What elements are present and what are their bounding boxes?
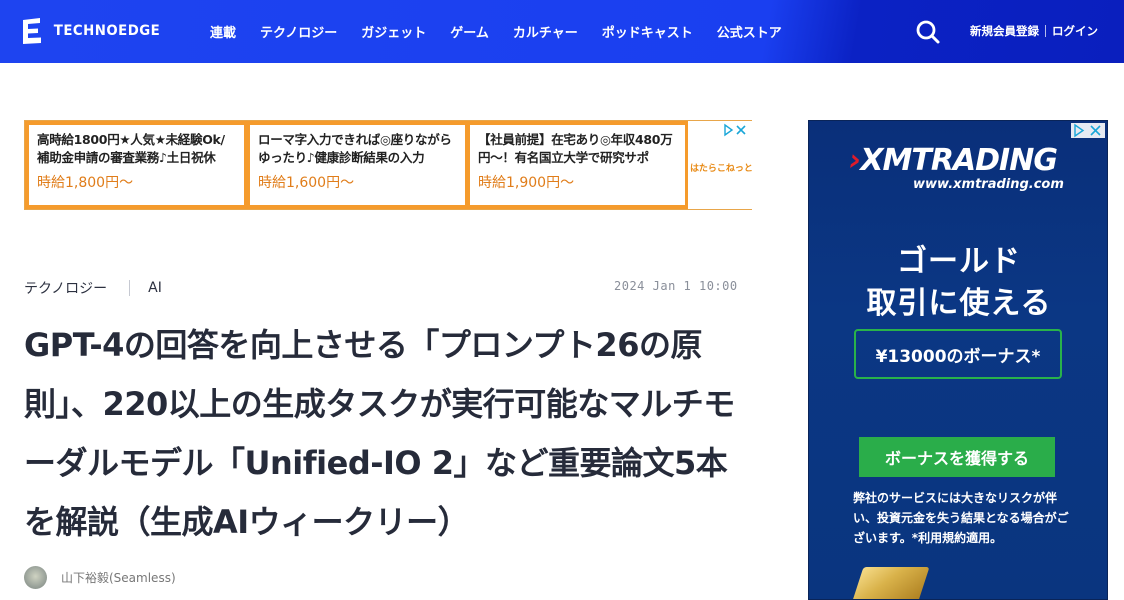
nav-item-game[interactable]: ゲーム bbox=[450, 22, 489, 41]
logo-text: TECHNOEDGE bbox=[53, 23, 161, 39]
site-logo[interactable]: TECHNOEDGE bbox=[20, 16, 163, 46]
ad-card-text: ローマ字入力できれば◎座りながらゆったり♪健康診断結果の入力 bbox=[258, 132, 452, 165]
ad-brand-panel: はたらこねっと bbox=[688, 121, 753, 209]
xm-logo-text: XMTRADING bbox=[860, 143, 1058, 178]
category-divider bbox=[129, 280, 131, 296]
ad-card-text: 高時給1800円★人気★未経験Ok/補助金申請の審査業務♪土日祝休 bbox=[37, 132, 225, 165]
side-ad-headline-line2: 取引に使える bbox=[866, 286, 1052, 321]
search-icon[interactable] bbox=[915, 19, 941, 45]
nav-item-gadget[interactable]: ガジェット bbox=[361, 22, 426, 41]
main-nav: 連載 テクノロジー ガジェット ゲーム カルチャー ポッドキャスト 公式ストア bbox=[210, 0, 806, 63]
ad-brand-text: はたらこねっと bbox=[690, 164, 753, 174]
article-category-row: テクノロジー AI bbox=[24, 278, 162, 298]
nav-item-store[interactable]: 公式ストア bbox=[717, 22, 782, 41]
ad-card-price: 時給1,600円〜 bbox=[258, 175, 355, 191]
bonus-box: ¥13000のボーナス* bbox=[854, 329, 1062, 379]
xm-url: www.xmtrading.com bbox=[913, 177, 1064, 192]
author-row[interactable]: 山下裕毅(Seamless) bbox=[24, 566, 176, 589]
adchoices-icon[interactable] bbox=[1071, 123, 1105, 138]
adchoices-icon[interactable] bbox=[722, 123, 748, 137]
ad-card[interactable]: ローマ字入力できれば◎座りながらゆったり♪健康診断結果の入力 時給1,600円〜 bbox=[250, 125, 465, 205]
ad-card[interactable]: 【社員前提】在宅あり◎年収480万円〜！有名国立大学で研究サポ 時給1,900円… bbox=[470, 125, 685, 205]
article-title: GPT-4の回答を向上させる「プロンプト26の原則」、220以上の生成タスクが実… bbox=[24, 326, 735, 541]
get-bonus-button[interactable]: ボーナスを獲得する bbox=[859, 437, 1055, 477]
login-link[interactable]: ログイン bbox=[1052, 23, 1098, 39]
register-link[interactable]: 新規会員登録 bbox=[970, 23, 1039, 39]
ad-card-price: 時給1,900円〜 bbox=[478, 175, 575, 191]
author-name[interactable]: 山下裕毅(Seamless) bbox=[61, 569, 176, 586]
xm-logo: ›XMTRADING bbox=[849, 143, 1058, 178]
site-header: TECHNOEDGE 連載 テクノロジー ガジェット ゲーム カルチャー ポッド… bbox=[0, 0, 1124, 63]
side-ad-headline: ゴールド 取引に使える bbox=[809, 241, 1107, 325]
logo-mark-icon bbox=[23, 18, 41, 44]
nav-item-rensai[interactable]: 連載 bbox=[210, 22, 236, 41]
auth-divider bbox=[1045, 25, 1046, 37]
nav-item-culture[interactable]: カルチャー bbox=[513, 22, 578, 41]
xm-bolt-icon: › bbox=[849, 143, 861, 178]
side-ad-xmtrading[interactable]: ›XMTRADING www.xmtrading.com ゴールド 取引に使える… bbox=[808, 120, 1108, 600]
ad-card-price: 時給1,800円〜 bbox=[37, 175, 134, 191]
auth-links: 新規会員登録 ログイン bbox=[970, 23, 1098, 39]
nav-item-technology[interactable]: テクノロジー bbox=[260, 22, 337, 41]
nav-item-podcast[interactable]: ポッドキャスト bbox=[602, 22, 693, 41]
ad-card-text: 【社員前提】在宅あり◎年収480万円〜！有名国立大学で研究サポ bbox=[478, 132, 673, 165]
ad-card[interactable]: 高時給1800円★人気★未経験Ok/補助金申請の審査業務♪土日祝休 時給1,80… bbox=[29, 125, 244, 205]
article-date: 2024 Jan 1 10:00 bbox=[614, 279, 738, 293]
risk-disclaimer: 弊社のサービスには大きなリスクが伴い、投資元金を失う結果となる場合がございます。… bbox=[853, 491, 1069, 545]
tag-link[interactable]: AI bbox=[148, 280, 162, 296]
side-ad-headline-line1: ゴールド bbox=[897, 244, 1021, 279]
gold-bar-image bbox=[850, 567, 930, 599]
category-link[interactable]: テクノロジー bbox=[24, 278, 107, 298]
avatar bbox=[24, 566, 47, 589]
top-ad-banner[interactable]: 高時給1800円★人気★未経験Ok/補助金申請の審査業務♪土日祝休 時給1,80… bbox=[24, 120, 753, 210]
